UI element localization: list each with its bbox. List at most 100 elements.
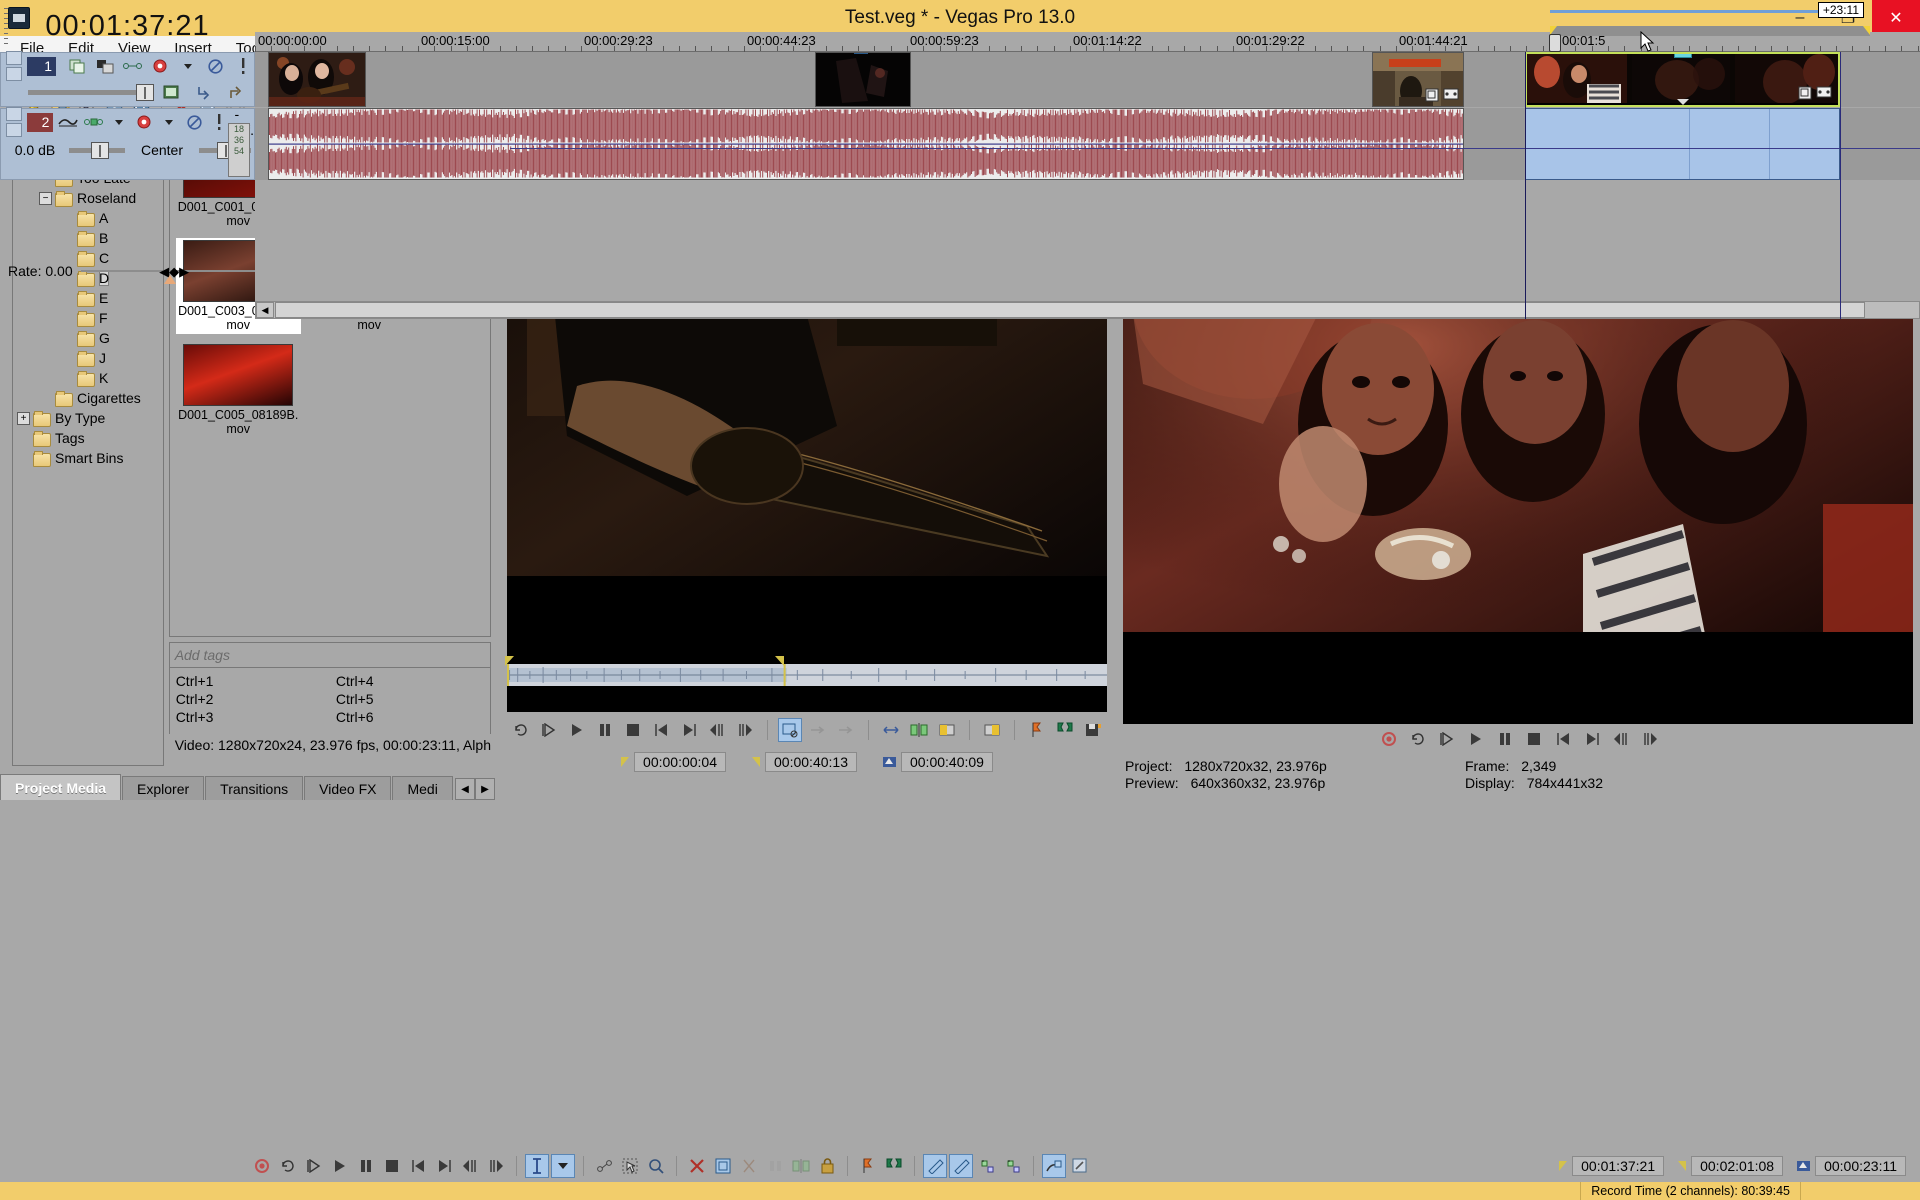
parent-compositing-icon[interactable] (158, 79, 185, 105)
pause-icon[interactable] (593, 718, 617, 742)
audio-track-lane[interactable] (255, 108, 1920, 180)
trim-icon[interactable] (763, 1154, 787, 1178)
media-thumbnail-item[interactable]: D001_C005_08189B.mov (176, 342, 301, 438)
play-from-start-icon[interactable] (1435, 727, 1459, 751)
media-bin-node-tags[interactable]: Tags (13, 428, 163, 448)
event-fx-icon[interactable] (1443, 88, 1459, 100)
trimmer-mark-in-handle[interactable] (505, 656, 514, 666)
audio-track-fx-icon[interactable] (84, 109, 104, 135)
automation-dropdown-icon[interactable] (176, 53, 199, 79)
expand-icon[interactable]: + (17, 411, 30, 425)
delete-icon[interactable] (685, 1154, 709, 1178)
auto-ripple-icon[interactable] (975, 1154, 999, 1178)
go-to-start-icon[interactable] (1551, 727, 1575, 751)
edit-tool-dropdown-icon[interactable] (551, 1154, 575, 1178)
event-fade-handle[interactable] (854, 53, 868, 54)
scroll-thumb[interactable] (275, 302, 1865, 318)
maximize-track-icon[interactable] (6, 67, 22, 81)
cut-icon[interactable] (737, 1154, 761, 1178)
loop-region-bar[interactable]: +23:11 (1550, 2, 1864, 18)
compositing-mode-icon[interactable] (94, 53, 117, 79)
solo-icon[interactable] (231, 53, 254, 79)
audio-automation-dropdown-icon[interactable] (159, 109, 179, 135)
record-icon[interactable] (250, 1154, 274, 1178)
save-trim-icon[interactable] (1081, 718, 1105, 742)
select-timeline-icon[interactable] (879, 718, 903, 742)
selection-edit-tool-icon[interactable] (618, 1154, 642, 1178)
audio-track-header[interactable]: 2 -Inf. (0, 106, 255, 180)
add-tags-input[interactable]: Add tags (168, 642, 491, 668)
play-icon[interactable] (565, 718, 589, 742)
rate-slider[interactable]: ◀◆▶ (80, 264, 255, 284)
event-fx-icon[interactable] (1816, 86, 1832, 98)
step-back-icon[interactable] (458, 1154, 482, 1178)
compositing-parent-icon[interactable] (222, 79, 249, 105)
insert-marker-icon[interactable] (856, 1154, 880, 1178)
event-buttons[interactable] (1798, 86, 1832, 100)
toolbar-selection-end-field[interactable]: 00:02:01:08 (1678, 1156, 1784, 1176)
trimmer-length-field[interactable]: 00:00:40:09 (882, 752, 993, 772)
audio-mute-icon[interactable] (184, 109, 204, 135)
track-level-slider[interactable] (28, 83, 154, 101)
tab-medi[interactable]: Medi (392, 776, 453, 800)
normal-edit-tool-icon[interactable] (525, 1154, 549, 1178)
loop-icon[interactable] (509, 718, 533, 742)
mark-in-icon[interactable] (935, 718, 959, 742)
play-icon[interactable] (328, 1154, 352, 1178)
record-icon[interactable] (1377, 727, 1401, 751)
marker-icon[interactable] (1025, 718, 1049, 742)
event-pan-crop-icon[interactable] (1425, 88, 1439, 102)
lock-icon[interactable] (815, 1154, 839, 1178)
media-bin-node-j[interactable]: J (13, 348, 163, 368)
play-icon[interactable] (1464, 727, 1488, 751)
tab-video-fx[interactable]: Video FX (304, 776, 392, 800)
go-to-end-icon[interactable] (1580, 727, 1604, 751)
stop-icon[interactable] (621, 718, 645, 742)
playhead-cursor-handle[interactable] (1549, 34, 1561, 52)
tab-transitions[interactable]: Transitions (205, 776, 304, 800)
go-to-start-icon[interactable] (649, 718, 673, 742)
create-subclip-icon[interactable] (778, 718, 802, 742)
add-to-timeline-icon[interactable] (806, 718, 830, 742)
timeline-video-event-1[interactable] (268, 52, 366, 107)
audio-track-size-buttons[interactable] (6, 107, 22, 137)
loop-playback-icon[interactable] (276, 1154, 300, 1178)
compositing-child-icon[interactable] (190, 79, 217, 105)
stop-icon[interactable] (380, 1154, 404, 1178)
go-to-end-icon[interactable] (677, 718, 701, 742)
step-forward-icon[interactable] (484, 1154, 508, 1178)
event-pan-crop-icon[interactable] (1798, 86, 1812, 100)
quantize-to-frames-icon[interactable] (949, 1154, 973, 1178)
step-forward-icon[interactable] (733, 718, 757, 742)
timeline-track-area[interactable] (255, 31, 1920, 319)
event-fade-handle-top[interactable] (1673, 54, 1692, 58)
mute-icon[interactable] (204, 53, 227, 79)
scroll-left-button[interactable]: ◀ (256, 302, 274, 318)
ignore-event-grouping-icon[interactable] (1068, 1154, 1092, 1178)
event-fade-handle-bottom[interactable] (1676, 99, 1689, 105)
audio-gain-slider[interactable] (69, 141, 125, 159)
timeline-ruler[interactable]: 00:00:00:00 00:00:15:00 00:00:29:23 00:00:4… (255, 0, 1920, 55)
audio-solo-icon[interactable] (209, 109, 229, 135)
add-across-time-icon[interactable] (834, 718, 858, 742)
media-bin-node-g[interactable]: G (13, 328, 163, 348)
play-from-start-icon[interactable] (537, 718, 561, 742)
trimmer-scrub-bar[interactable] (505, 656, 1107, 686)
tab-project-media[interactable]: Project Media (0, 774, 122, 800)
media-bin-node-by-type[interactable]: + By Type (13, 408, 163, 428)
minimize-track-icon[interactable] (6, 107, 22, 121)
track-motion-icon[interactable] (121, 53, 144, 79)
play-from-start-icon[interactable] (302, 1154, 326, 1178)
timeline-audio-event-2-selected[interactable] (1525, 108, 1840, 180)
timeline-selection-region[interactable] (1550, 26, 1870, 36)
go-to-start-icon[interactable] (406, 1154, 430, 1178)
media-bin-node-cigarettes[interactable]: Cigarettes (13, 388, 163, 408)
trimmer-mark-in-field[interactable]: 00:00:00:04 (621, 752, 727, 772)
media-bin-node-k[interactable]: K (13, 368, 163, 388)
timeline-video-event-2[interactable] (815, 52, 911, 107)
split-icon[interactable] (907, 718, 931, 742)
crop-icon[interactable] (711, 1154, 735, 1178)
timeline-timecode-display[interactable]: 00:01:37:21 (0, 0, 255, 52)
track-fx-icon[interactable] (66, 53, 89, 79)
trimmer-mark-out-field[interactable]: 00:00:40:13 (752, 752, 857, 772)
